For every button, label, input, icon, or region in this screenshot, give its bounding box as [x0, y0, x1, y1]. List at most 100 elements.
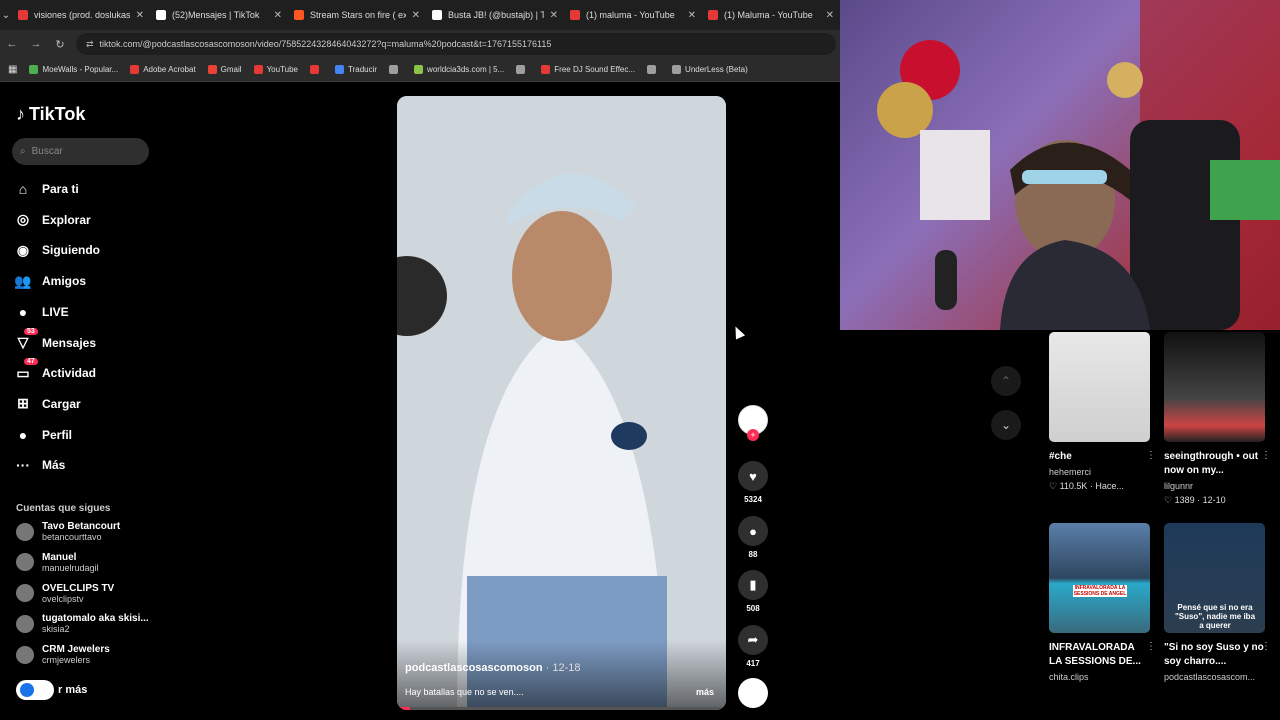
nav-item[interactable]: 👥 Amigos — [14, 272, 86, 290]
nav-item[interactable]: ● Perfil — [14, 426, 72, 444]
following-account[interactable]: Manuel manuelrudagil — [16, 552, 99, 573]
author-avatar-button[interactable]: + — [738, 405, 768, 441]
bookmark-item[interactable]: Traducir — [335, 65, 377, 74]
bookmark-label: Traducir — [348, 65, 378, 74]
video-author[interactable]: podcastlascosascomoson — [405, 662, 543, 674]
more-options-icon[interactable]: ⋮ — [1261, 450, 1271, 461]
browser-tab[interactable]: (1) Maluma - YouTube ✕ — [702, 0, 840, 30]
site-info-icon[interactable]: ⇄ — [86, 39, 94, 50]
nav-item[interactable]: ▽ 53 Mensajes — [14, 327, 96, 352]
video-card[interactable]: seeingthrough • out now on my... lilgunn… — [1164, 332, 1271, 506]
bookmark-item[interactable] — [516, 65, 529, 74]
see-more-link[interactable]: r más — [16, 680, 87, 700]
nav-icon: ··· — [16, 457, 30, 474]
search-input[interactable]: ⌕ Buscar — [12, 138, 149, 165]
nav-item[interactable]: ⊞ Cargar — [14, 395, 81, 413]
video-more-link[interactable]: más — [696, 687, 714, 697]
video-thumbnail[interactable]: INFRAVALORADA LA SESSIONS DE ANGEL — [1049, 523, 1150, 633]
logo-patch-shape — [611, 422, 647, 450]
video-frame — [397, 96, 726, 710]
nav-item[interactable]: ▭ 47 Actividad — [14, 358, 96, 382]
nav-item[interactable]: ⌂ Para ti — [14, 180, 79, 198]
more-options-icon[interactable]: ⋮ — [1261, 641, 1271, 652]
previous-video-button[interactable]: ⌃ — [991, 366, 1021, 396]
bookmark-item[interactable]: Adobe Acrobat — [130, 65, 196, 74]
share-button[interactable]: ➦ 417 — [738, 625, 768, 668]
video-thumbnail[interactable] — [1164, 332, 1265, 442]
nav-icon: 👥 — [14, 272, 32, 289]
tab-close-icon[interactable]: ✕ — [688, 10, 696, 21]
nav-item[interactable]: ● LIVE — [14, 303, 69, 321]
nav-label: Cargar — [42, 396, 81, 411]
person-shirt-shape — [1000, 240, 1150, 330]
bookmark-item[interactable] — [310, 65, 323, 74]
webcam-scene — [877, 0, 1280, 330]
tab-close-icon[interactable]: ✕ — [826, 10, 834, 21]
video-author[interactable]: podcastlascosascom... — [1164, 672, 1265, 682]
video-thumbnail[interactable] — [1049, 332, 1150, 442]
nav-badge: 47 — [24, 358, 38, 366]
nav-item[interactable]: ◉ Siguiendo — [14, 241, 100, 259]
following-account[interactable]: OVELCLIPS TV ovelclipstv — [16, 583, 114, 604]
progress-bar[interactable] — [397, 707, 726, 710]
bookmark-item[interactable]: YouTube — [253, 65, 298, 74]
bookmark-item[interactable]: Free DJ Sound Effec... — [541, 65, 635, 74]
bookmark-label: MoeWalls - Popular... — [42, 65, 119, 74]
forward-icon[interactable]: → — [24, 38, 48, 50]
url-field[interactable]: ⇄ tiktok.com/@podcastlascosascomoson/vid… — [76, 33, 836, 55]
tab-close-icon[interactable]: ✕ — [136, 10, 144, 21]
tab-close-icon[interactable]: ✕ — [274, 10, 282, 21]
bookmark-item[interactable]: UnderLess (Beta) — [672, 65, 748, 74]
video-card[interactable]: #che hehemerci ♡ 110.5K · Hace... ⋮ — [1049, 332, 1156, 492]
bookmark-item[interactable]: worldcia3ds.com | 5... — [414, 65, 504, 74]
music-disc-icon — [738, 678, 768, 708]
nav-item[interactable]: ··· Más — [14, 456, 65, 474]
tab-close-icon[interactable]: ✕ — [412, 10, 420, 21]
music-disc-button[interactable] — [738, 678, 768, 708]
nav-label: Para ti — [42, 182, 79, 196]
search-placeholder: Buscar — [31, 146, 63, 157]
browser-tab[interactable]: Stream Stars on fire ( exte ✕ — [288, 0, 426, 30]
tab-close-icon[interactable]: ✕ — [550, 10, 558, 21]
browser-tab[interactable]: (52)Mensajes | TikTok ✕ — [150, 0, 288, 30]
bookmark-label: worldcia3ds.com | 5... — [427, 65, 505, 74]
bookmark-item[interactable]: Gmail — [207, 65, 242, 74]
toggle-icon[interactable] — [16, 680, 54, 700]
bookmark-item[interactable]: MoeWalls - Popular... — [29, 65, 118, 74]
tab-search-icon[interactable]: ⌄ — [0, 10, 12, 21]
video-player[interactable]: podcastlascosascomoson · 12-18 Hay batal… — [397, 96, 726, 710]
following-account[interactable]: CRM Jewelers crmjewelers — [16, 644, 110, 665]
next-video-button[interactable]: ⌄ — [991, 410, 1021, 440]
following-account[interactable]: Tavo Betancourt betancourttavo — [16, 521, 120, 542]
video-author[interactable]: lilgunnr — [1164, 481, 1265, 491]
share-count: 417 — [746, 659, 760, 668]
video-author[interactable]: hehemerci — [1049, 467, 1150, 477]
comment-button[interactable]: ● 88 — [738, 516, 768, 559]
more-options-icon[interactable]: ⋮ — [1146, 450, 1156, 461]
bookmark-favicon-icon — [130, 65, 140, 74]
video-card[interactable]: INFRAVALORADA LA SESSIONS DE ANGEL INFRA… — [1049, 523, 1156, 686]
nav-item[interactable]: ◎ Explorar — [14, 211, 91, 229]
video-card[interactable]: Pensé que si no era "Suso", nadie me iba… — [1164, 523, 1271, 686]
tab-favicon-icon — [570, 10, 580, 20]
browser-tab[interactable]: (1) maluma - YouTube ✕ — [564, 0, 702, 30]
back-icon[interactable]: ← — [0, 38, 24, 50]
bookmark-item[interactable] — [647, 65, 660, 74]
bookmark-label: Gmail — [220, 65, 242, 74]
save-button[interactable]: ▮ 508 — [738, 570, 768, 613]
browser-tab[interactable]: Busta JB! (@bustajb) | Tik ✕ — [426, 0, 564, 30]
account-handle: ovelclipstv — [42, 593, 84, 604]
reload-icon[interactable]: ↻ — [48, 38, 72, 51]
video-thumbnail[interactable]: Pensé que si no era "Suso", nadie me iba… — [1164, 523, 1265, 633]
tiktok-logo[interactable]: ♪ TikTok — [16, 104, 85, 125]
following-account[interactable]: tugatomalo aka skisi... skisia2 — [16, 613, 149, 634]
like-button[interactable]: ♥ 5324 — [738, 461, 768, 504]
apps-icon[interactable]: ▦ — [8, 64, 17, 75]
bookmark-item[interactable] — [389, 65, 402, 74]
browser-tab[interactable]: visiones (prod. doslukas) ✕ — [12, 0, 150, 30]
follow-plus-icon[interactable]: + — [747, 429, 759, 441]
more-options-icon[interactable]: ⋮ — [1146, 641, 1156, 652]
account-name: Manuel — [42, 551, 77, 563]
bookmark-favicon-icon — [335, 65, 344, 74]
video-author[interactable]: chita.clips — [1049, 672, 1150, 682]
